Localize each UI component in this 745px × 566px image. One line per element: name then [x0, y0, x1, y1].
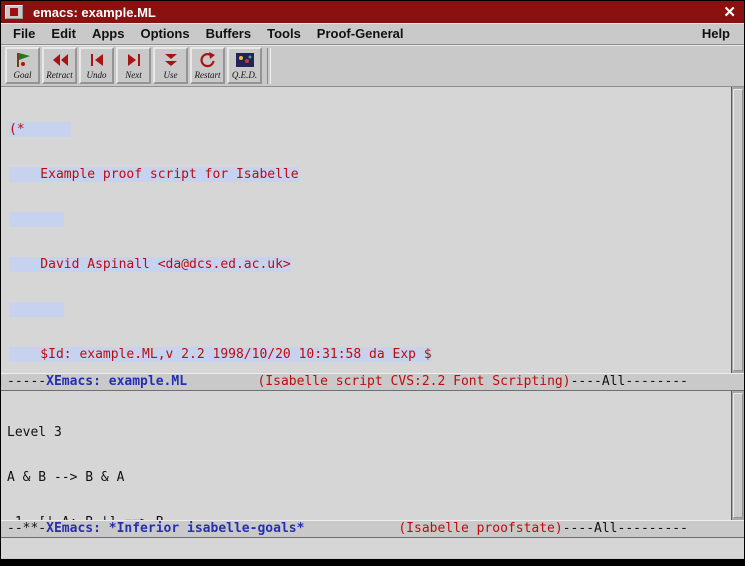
- goals-scrollbar-thumb[interactable]: [733, 393, 743, 518]
- menu-item-apps[interactable]: Apps: [84, 26, 133, 41]
- code-line: David Aspinall <da@dcs.ed.ac.uk>: [9, 257, 731, 272]
- menu-item-edit[interactable]: Edit: [43, 26, 84, 41]
- editor-scrollbar[interactable]: [731, 87, 744, 373]
- code-line: Example proof script for Isabelle: [9, 167, 731, 182]
- modeline-mode-info: (Isabelle proofstate): [398, 521, 562, 536]
- toolbar-button-undo[interactable]: Undo: [79, 47, 114, 84]
- minibuffer[interactable]: [1, 538, 744, 558]
- goals-buffer[interactable]: Level 3 A & B --> B & A 1. [| A; B |] ==…: [1, 391, 731, 520]
- code-line: [9, 302, 731, 317]
- editor-buffer[interactable]: (* Example proof script for Isabelle Dav…: [1, 87, 731, 373]
- modeline-goals-buffer: --**-XEmacs: *Inferior isabelle-goals* (…: [1, 520, 744, 538]
- toolbar-button-use[interactable]: Use: [153, 47, 188, 84]
- goals-scrollbar[interactable]: [731, 391, 744, 520]
- menu-item-buffers[interactable]: Buffers: [198, 26, 260, 41]
- menu-item-help[interactable]: Help: [694, 26, 744, 41]
- right-arrow-icon: [124, 52, 144, 69]
- menu-item-tools[interactable]: Tools: [259, 26, 309, 41]
- toolbar-button-retract[interactable]: Retract: [42, 47, 77, 84]
- code-line: [9, 212, 731, 227]
- modeline-dashes: ----All--------: [571, 374, 688, 389]
- modeline-gap: [304, 521, 398, 536]
- toolbar-button-qed[interactable]: Q.E.D.: [227, 47, 262, 84]
- qed-icon: [235, 52, 255, 69]
- goal-flag-icon: [13, 52, 33, 69]
- toolbar-button-goal[interactable]: Goal: [5, 47, 40, 84]
- toolbar-separator: [267, 48, 271, 84]
- locked-region-strip: [9, 302, 64, 317]
- modeline-buffer-name: XEmacs: *Inferior isabelle-goals*: [46, 521, 304, 536]
- goals-window: Level 3 A & B --> B & A 1. [| A; B |] ==…: [1, 391, 744, 520]
- modeline-script-buffer: -----XEmacs: example.ML (Isabelle script…: [1, 373, 744, 391]
- modeline-dashes: ----All---------: [563, 521, 688, 536]
- window-title: emacs: example.ML: [33, 5, 156, 20]
- window-menu-button[interactable]: [5, 5, 23, 19]
- left-arrow-icon: [87, 52, 107, 69]
- toolbar-button-next[interactable]: Next: [116, 47, 151, 84]
- goals-line: A & B --> B & A: [7, 470, 731, 485]
- restart-circular-arrow-icon: [198, 52, 218, 69]
- code-line: $Id: example.ML,v 2.2 1998/10/20 10:31:5…: [9, 347, 731, 362]
- toolbar-button-restart[interactable]: Restart: [190, 47, 225, 84]
- modeline-dashes: --**-: [7, 521, 46, 536]
- locked-region-strip: [9, 212, 64, 227]
- code-line: (*: [9, 122, 731, 137]
- xemacs-window: emacs: example.ML ✕ File Edit Apps Optio…: [0, 0, 745, 560]
- proof-toolbar: Goal Retract Undo Next Use: [1, 45, 744, 87]
- menu-item-options[interactable]: Options: [132, 26, 197, 41]
- modeline-buffer-name: XEmacs: example.ML: [46, 374, 187, 389]
- modeline-gap: [187, 374, 257, 389]
- double-down-arrow-icon: [161, 52, 181, 69]
- emacs-icon: [10, 8, 18, 16]
- modeline-dashes: -----: [7, 374, 46, 389]
- editor-scrollbar-thumb[interactable]: [733, 89, 743, 371]
- modeline-mode-info: (Isabelle script CVS:2.2 Font Scripting): [257, 374, 570, 389]
- menu-item-file[interactable]: File: [5, 26, 43, 41]
- script-window: (* Example proof script for Isabelle Dav…: [1, 87, 744, 373]
- menubar: File Edit Apps Options Buffers Tools Pro…: [1, 23, 744, 45]
- titlebar: emacs: example.ML ✕: [1, 1, 744, 23]
- double-left-arrow-icon: [50, 52, 70, 69]
- menu-item-proof-general[interactable]: Proof-General: [309, 26, 412, 41]
- close-button[interactable]: ✕: [723, 3, 736, 21]
- goals-line: Level 3: [7, 425, 731, 440]
